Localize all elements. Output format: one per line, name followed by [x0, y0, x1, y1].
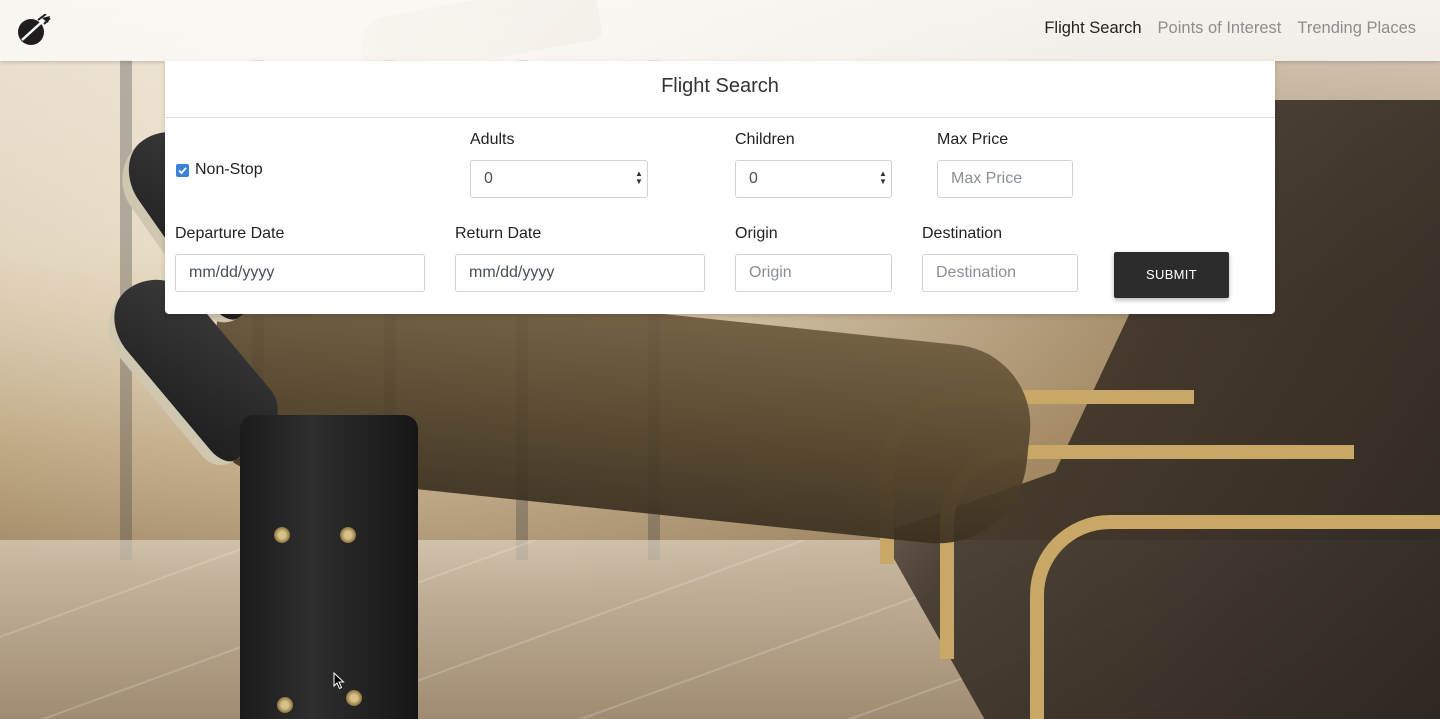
suitcase-rivet [340, 527, 356, 543]
nav-points-of-interest[interactable]: Points of Interest [1158, 19, 1282, 38]
navbar: Flight Search Points of Interest Trendin… [0, 0, 1440, 61]
nav-links: Flight Search Points of Interest Trendin… [1044, 19, 1416, 38]
suitcase-rivet [346, 690, 362, 706]
origin-label: Origin [735, 225, 778, 242]
nonstop-label[interactable]: Non-Stop [195, 161, 263, 179]
origin-input[interactable]: Origin [735, 254, 892, 292]
children-label: Children [735, 131, 795, 148]
max-price-input[interactable]: Max Price [937, 160, 1073, 198]
return-date-input[interactable]: mm/dd/yyyy [455, 254, 705, 292]
submit-button[interactable]: SUBMIT [1114, 252, 1229, 298]
armrest [1030, 515, 1440, 719]
card-title: Flight Search [165, 61, 1275, 118]
departure-date-input[interactable]: mm/dd/yyyy [175, 254, 425, 292]
children-stepper[interactable]: 0 ▲ ▼ [735, 160, 892, 198]
destination-input[interactable]: Destination [922, 254, 1078, 292]
adults-value: 0 [484, 170, 493, 187]
mouse-cursor-icon [333, 671, 345, 695]
airplane-globe-icon[interactable] [16, 13, 52, 46]
nav-flight-search[interactable]: Flight Search [1044, 19, 1141, 38]
spinner-icon[interactable]: ▲ ▼ [879, 170, 887, 188]
nonstop-checkbox[interactable] [176, 164, 189, 177]
suitcase [240, 415, 418, 719]
max-price-label: Max Price [937, 131, 1009, 148]
children-value: 0 [749, 170, 758, 187]
nav-trending-places[interactable]: Trending Places [1297, 19, 1416, 38]
departure-date-label: Departure Date [175, 225, 285, 242]
return-date-label: Return Date [455, 225, 542, 242]
flight-search-card: Flight Search Non-Stop Adults 0 ▲ ▼ Child… [165, 61, 1275, 314]
adults-label: Adults [470, 131, 515, 148]
suitcase-rivet [277, 697, 293, 713]
spinner-icon[interactable]: ▲ ▼ [635, 170, 643, 188]
destination-label: Destination [922, 225, 1003, 242]
suitcase-rivet [274, 527, 290, 543]
adults-stepper[interactable]: 0 ▲ ▼ [470, 160, 648, 198]
